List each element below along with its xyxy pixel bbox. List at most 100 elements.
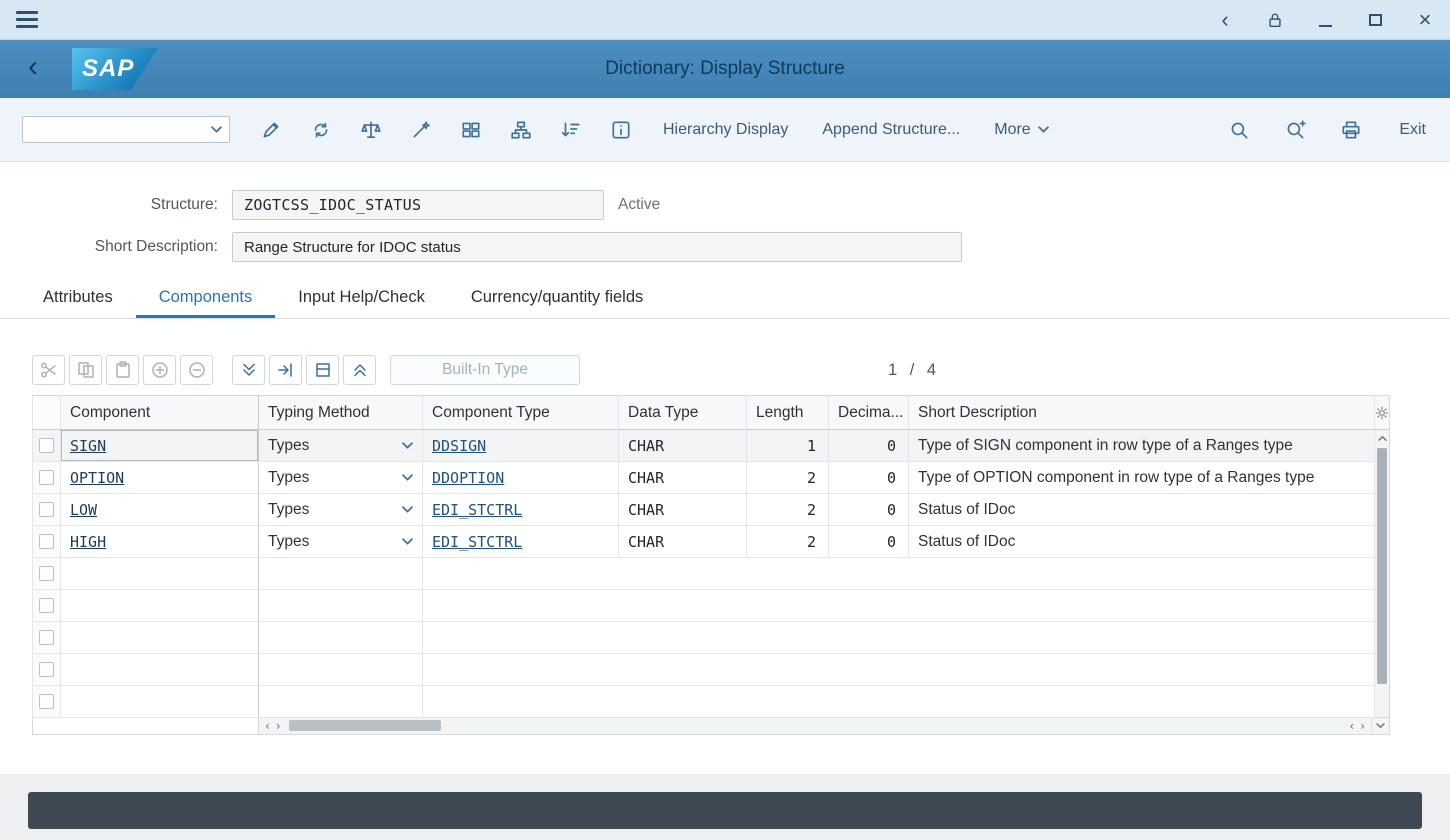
table-row-empty (33, 590, 1375, 622)
scroll-up-icon[interactable] (1375, 430, 1389, 446)
row-checkbox[interactable] (39, 534, 54, 549)
menu-icon[interactable] (16, 11, 38, 28)
typing-method-select[interactable]: Types (268, 533, 413, 551)
column-header-length[interactable]: Length (747, 396, 829, 430)
typing-method-select[interactable]: Types (268, 501, 413, 519)
more-button[interactable]: More (994, 121, 1048, 139)
component-link[interactable]: LOW (70, 501, 97, 519)
info-icon[interactable] (603, 113, 639, 147)
sort-icon[interactable] (553, 113, 589, 147)
exit-label: Exit (1399, 121, 1426, 139)
navigate-back-icon[interactable]: ‹ (18, 52, 48, 82)
copy-icon[interactable] (69, 355, 102, 385)
row-position-indicator: 1 / 4 (888, 361, 936, 380)
maximize-icon[interactable] (1366, 8, 1384, 32)
vertical-scrollbar-thumb[interactable] (1377, 448, 1387, 684)
insert-entry-icon[interactable] (269, 355, 302, 385)
lock-icon[interactable] (1266, 8, 1284, 32)
row-checkbox[interactable] (39, 438, 54, 453)
more-label: More (994, 121, 1030, 139)
row-checkbox[interactable] (39, 662, 54, 677)
minimize-icon[interactable] (1316, 8, 1334, 32)
scroll-to-bottom-icon[interactable] (232, 355, 265, 385)
component-link[interactable]: OPTION (70, 469, 124, 487)
data-type-cell: CHAR (619, 462, 747, 494)
paste-icon[interactable] (106, 355, 139, 385)
vertical-scrollbar[interactable] (1375, 395, 1390, 718)
component-link[interactable]: SIGN (70, 437, 106, 455)
builtin-type-button[interactable]: Built-In Type (390, 355, 580, 385)
short-description-label: Short Description: (0, 238, 232, 256)
row-checkbox[interactable] (39, 566, 54, 581)
hierarchy-icon[interactable] (503, 113, 539, 147)
component-type-link[interactable]: DDOPTION (432, 469, 504, 487)
search-plus-icon[interactable] (1277, 113, 1313, 147)
row-checkbox[interactable] (39, 470, 54, 485)
typing-method-select[interactable]: Types (268, 437, 413, 455)
cut-icon[interactable] (32, 355, 65, 385)
check-table-icon[interactable] (453, 113, 489, 147)
typing-method-value: Types (268, 469, 309, 487)
print-icon[interactable] (1333, 113, 1369, 147)
command-field[interactable] (22, 116, 230, 143)
typing-method-value: Types (268, 533, 309, 551)
short-description-cell: Type of OPTION component in row type of … (909, 462, 1375, 494)
column-header-typing-method[interactable]: Typing Method (259, 396, 423, 430)
scroll-to-top-icon[interactable] (343, 355, 376, 385)
decimals-cell: 0 (829, 526, 909, 558)
select-all-header[interactable] (33, 396, 61, 430)
chevron-down-icon[interactable] (211, 126, 222, 134)
column-header-component[interactable]: Component (61, 396, 259, 430)
scroll-left-icon[interactable]: ‹ (265, 720, 270, 732)
column-header-data-type[interactable]: Data Type (619, 396, 747, 430)
append-structure-button[interactable]: Append Structure... (822, 121, 960, 139)
row-checkbox[interactable] (39, 694, 54, 709)
horizontal-scrollbar-thumb[interactable] (289, 720, 441, 731)
component-type-link[interactable]: EDI_STCTRL (432, 533, 522, 551)
scroll-right-icon[interactable]: › (1360, 720, 1365, 732)
component-type-link[interactable]: EDI_STCTRL (432, 501, 522, 519)
main-content: Structure: ZOGTCSS_IDOC_STATUS Active Sh… (0, 162, 1450, 774)
column-header-short-description[interactable]: Short Description (909, 396, 1375, 430)
select-entry-icon[interactable] (306, 355, 339, 385)
data-type-cell: CHAR (619, 526, 747, 558)
typing-method-select[interactable]: Types (268, 469, 413, 487)
scroll-right-icon[interactable]: › (276, 720, 281, 732)
component-type-link[interactable]: DDSIGN (432, 437, 486, 455)
scroll-left-icon[interactable]: ‹ (1349, 720, 1354, 732)
typing-method-value: Types (268, 501, 309, 519)
refresh-icon[interactable] (303, 113, 339, 147)
data-type-cell: CHAR (619, 494, 747, 526)
scroll-down-icon[interactable] (1371, 718, 1389, 734)
column-header-component-type[interactable]: Component Type (423, 396, 619, 430)
column-header-decimals[interactable]: Decima... (829, 396, 909, 430)
delete-row-icon[interactable] (180, 355, 213, 385)
length-cell: 2 (747, 494, 829, 526)
component-link[interactable]: HIGH (70, 533, 106, 551)
display-change-icon[interactable] (253, 113, 289, 147)
search-icon[interactable] (1221, 113, 1257, 147)
horizontal-scrollbar[interactable]: ‹ › ‹ › (32, 718, 1390, 735)
chevron-down-icon (402, 506, 413, 514)
data-type-cell: CHAR (619, 430, 747, 462)
where-used-icon[interactable] (403, 113, 439, 147)
compare-icon[interactable] (353, 113, 389, 147)
short-description-value: Range Structure for IDOC status (244, 239, 461, 256)
tab-components[interactable]: Components (136, 282, 276, 318)
tab-currency-quantity-fields[interactable]: Currency/quantity fields (448, 282, 666, 318)
tab-attributes[interactable]: Attributes (20, 282, 136, 318)
exit-button[interactable]: Exit (1399, 121, 1426, 139)
back-icon[interactable]: ‹ (1216, 8, 1234, 32)
chevron-down-icon (1038, 126, 1049, 134)
structure-field[interactable]: ZOGTCSS_IDOC_STATUS (232, 190, 604, 220)
row-checkbox[interactable] (39, 502, 54, 517)
row-checkbox[interactable] (39, 598, 54, 613)
short-description-field[interactable]: Range Structure for IDOC status (232, 232, 962, 262)
row-checkbox[interactable] (39, 630, 54, 645)
table-settings-icon[interactable] (1375, 396, 1389, 430)
tab-input-help-check[interactable]: Input Help/Check (275, 282, 448, 318)
insert-row-icon[interactable] (143, 355, 176, 385)
close-icon[interactable]: × (1416, 8, 1434, 32)
hierarchy-display-button[interactable]: Hierarchy Display (663, 121, 788, 139)
grid-toolbar: Built-In Type 1 / 4 (32, 355, 1390, 385)
